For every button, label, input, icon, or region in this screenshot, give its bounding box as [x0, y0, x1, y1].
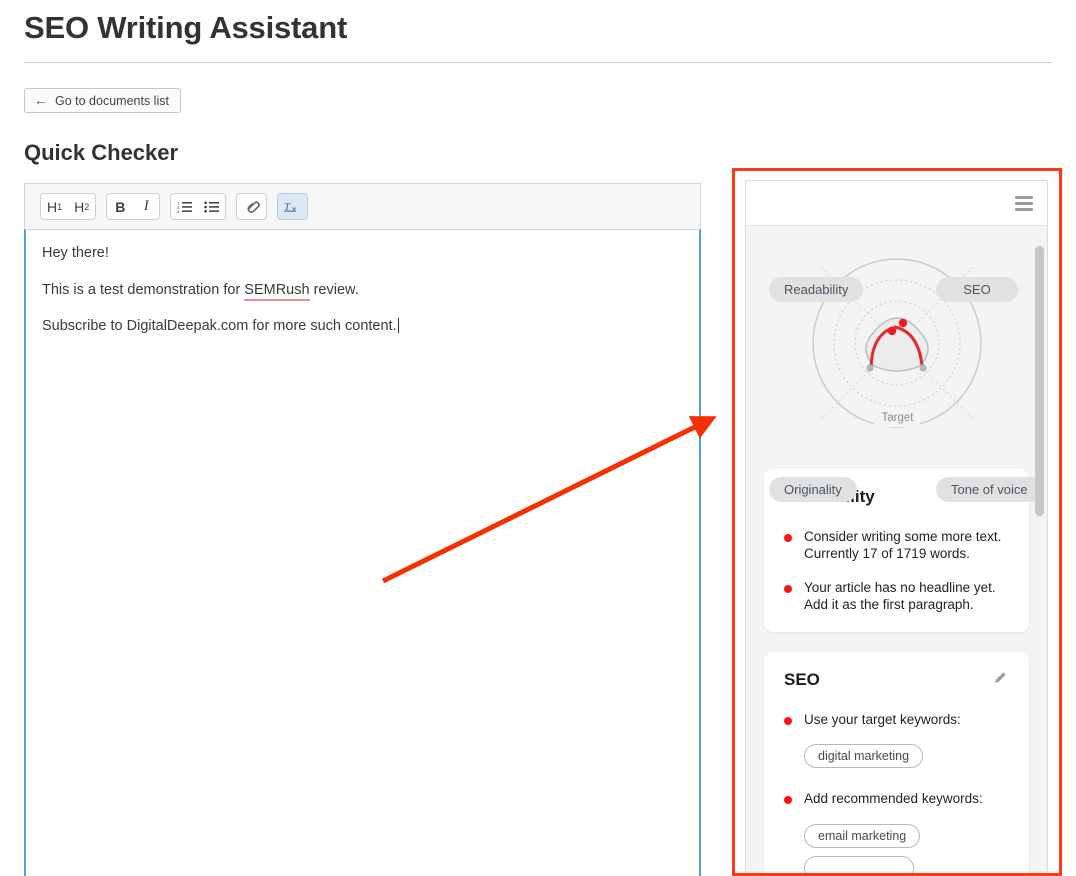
- edit-pencil-icon[interactable]: [992, 669, 1009, 691]
- link-button-group: [236, 193, 268, 220]
- bold-button[interactable]: B: [107, 194, 133, 219]
- tip-bullet-icon: [784, 796, 792, 805]
- hamburger-menu-icon[interactable]: [1015, 195, 1033, 211]
- back-arrow-icon: ←: [34, 92, 48, 108]
- text-caret: [397, 318, 399, 334]
- tip-text: Add recommended keywords:: [804, 791, 983, 807]
- tip-item: Consider writing some more text. Current…: [784, 528, 1009, 563]
- ordered-list-icon[interactable]: 1 2 3: [171, 194, 198, 219]
- assistant-panel-scrollbar[interactable]: [1035, 244, 1044, 874]
- card-title: SEO: [784, 670, 820, 690]
- paragraph-text: Subscribe to DigitalDeepak.com for more …: [42, 318, 397, 335]
- tip-item: Add recommended keywords:: [784, 790, 1009, 807]
- recommended-keyword-chip-row: email marketing: [804, 823, 1009, 875]
- heading-1-button[interactable]: H1: [41, 194, 68, 219]
- keyword-chip-partial[interactable]: [804, 855, 914, 875]
- tip-bullet-icon: [784, 717, 792, 726]
- section-title: Quick Checker: [24, 140, 179, 165]
- paragraph-text-tail: review.: [309, 281, 359, 298]
- tip-bullet-icon: [784, 534, 792, 542]
- radar-pill-originality[interactable]: Originality: [769, 477, 857, 502]
- header-divider: [24, 62, 1052, 63]
- italic-button[interactable]: I: [133, 194, 159, 219]
- keyword-chip[interactable]: digital marketing: [804, 744, 924, 769]
- heading-2-button[interactable]: H2: [68, 194, 95, 219]
- paragraph-text: Hey there!: [42, 245, 109, 261]
- text-style-button-group: B I: [106, 193, 161, 220]
- tip-text: Your article has no headline yet. Add it…: [804, 579, 996, 612]
- editor-paragraph[interactable]: This is a test demonstration for SEMRush…: [42, 281, 683, 301]
- assistant-panel-topbar: [746, 181, 1047, 226]
- misspelled-word[interactable]: SEMRush: [244, 281, 310, 301]
- svg-text:x: x: [292, 205, 297, 214]
- card-header: SEO: [784, 669, 1009, 691]
- go-to-documents-list-button[interactable]: ← Go to documents list: [24, 88, 181, 113]
- document-editor-area[interactable]: Hey there! This is a test demonstration …: [24, 229, 701, 876]
- back-button-label: Go to documents list: [55, 93, 169, 108]
- tip-text: Use your target keywords:: [804, 712, 961, 728]
- assistant-cards-list: Readability Consider writing some more t…: [746, 469, 1047, 875]
- unordered-list-icon[interactable]: [198, 194, 225, 219]
- radar-pill-readability[interactable]: Readability: [769, 277, 864, 302]
- tip-text: Consider writing some more text. Current…: [804, 529, 1002, 562]
- radar-target-label: Target: [881, 412, 914, 424]
- seo-assistant-panel: Target Readability SEO Originality Tone …: [745, 180, 1048, 876]
- heading-button-group: H1 H2: [40, 193, 97, 220]
- target-keyword-chip-row: digital marketing: [804, 744, 1009, 769]
- list-button-group: 1 2 3: [170, 193, 227, 220]
- tip-bullet-icon: [784, 584, 792, 593]
- score-radar-chart: Target Readability SEO Originality Tone …: [746, 226, 1047, 502]
- editor-paragraph[interactable]: Subscribe to DigitalDeepak.com for more …: [42, 317, 683, 337]
- keyword-chip[interactable]: email marketing: [804, 823, 921, 848]
- tip-item: Use your target keywords:: [784, 711, 1009, 728]
- svg-text:3: 3: [177, 209, 180, 213]
- paragraph-text: This is a test demonstration for: [42, 281, 245, 298]
- seo-card: SEO Use your target keywords: digital ma…: [764, 652, 1029, 875]
- editor-toolbar: H1 H2 B I 1 2 3 T x: [24, 183, 701, 229]
- page-title: SEO Writing Assistant: [24, 10, 348, 45]
- clear-formatting-icon[interactable]: T x: [278, 194, 308, 219]
- radar-pill-tone-of-voice[interactable]: Tone of voice: [936, 477, 1043, 502]
- tip-item: Your article has no headline yet. Add it…: [784, 579, 1009, 614]
- editor-paragraph[interactable]: Hey there!: [42, 244, 683, 264]
- radar-pill-seo[interactable]: SEO: [936, 277, 1018, 302]
- scrollbar-thumb[interactable]: [1035, 246, 1044, 516]
- clear-formatting-button-group: T x: [277, 193, 309, 220]
- insert-link-icon[interactable]: [237, 194, 266, 219]
